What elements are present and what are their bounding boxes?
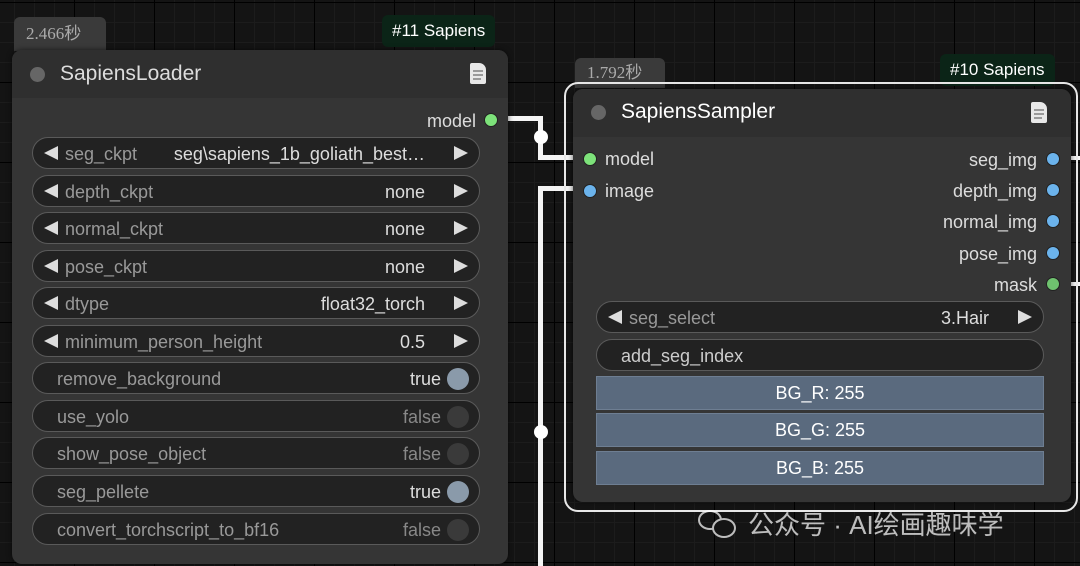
sapiens-sampler-node[interactable]: SapiensSampler model image seg_img depth… <box>573 89 1071 502</box>
node-title: SapiensLoader <box>60 62 202 85</box>
wechat-watermark: 公众号 · AI绘画趣味学 <box>698 505 1004 542</box>
widget-name: minimum_person_height <box>65 332 263 352</box>
widget-value: 0.5 <box>399 332 425 352</box>
widget-value: float32_torch <box>320 294 425 314</box>
decrement-arrow-icon[interactable] <box>44 296 58 310</box>
increment-arrow-icon[interactable] <box>454 146 468 160</box>
node-header[interactable]: SapiensSampler <box>573 89 1071 137</box>
toggle-knob[interactable] <box>447 406 469 428</box>
wire-image-v <box>538 186 543 566</box>
output-pose-img-label: pose_img <box>958 244 1037 264</box>
decrement-arrow-icon[interactable] <box>44 259 58 273</box>
output-depth-img-slot[interactable] <box>1046 183 1060 197</box>
widget-name: seg_ckpt <box>65 144 138 164</box>
widget-name: dtype <box>65 294 110 314</box>
toggle-value: true <box>409 369 441 389</box>
increment-arrow-icon[interactable] <box>454 184 468 198</box>
widget-seg-select[interactable]: seg_select 3.Hair <box>596 301 1044 333</box>
node-status-dot[interactable] <box>30 67 45 82</box>
widget-seg-ckpt[interactable]: seg_ckpt seg\sapiens_1b_goliath_best… <box>32 137 480 169</box>
output-mask-label: mask <box>993 275 1037 295</box>
widget-value: seg\sapiens_1b_goliath_best… <box>173 144 425 164</box>
add-seg-index-field[interactable]: add_seg_index <box>596 339 1044 371</box>
increment-arrow-icon[interactable] <box>454 334 468 348</box>
wechat-icon <box>698 508 738 540</box>
toggle-show-pose-object[interactable]: show_pose_object false <box>32 437 480 469</box>
decrement-arrow-icon[interactable] <box>44 334 58 348</box>
output-pose-img-slot[interactable] <box>1046 246 1060 260</box>
increment-arrow-icon[interactable] <box>1018 310 1032 324</box>
loader-node-badge: #11 Sapiens <box>382 15 496 47</box>
node-status-dot[interactable] <box>591 105 606 120</box>
toggle-name: use_yolo <box>57 407 130 427</box>
output-seg-img-slot[interactable] <box>1046 152 1060 166</box>
document-icon[interactable] <box>1031 102 1047 123</box>
widget-name: normal_ckpt <box>65 219 164 239</box>
toggle-use-yolo[interactable]: use_yolo false <box>32 400 480 432</box>
decrement-arrow-icon[interactable] <box>44 184 58 198</box>
widget-name: depth_ckpt <box>65 182 154 202</box>
toggle-value: true <box>409 482 441 502</box>
toggle-knob[interactable] <box>447 481 469 503</box>
input-model-label: model <box>605 149 655 169</box>
toggle-knob[interactable] <box>447 519 469 541</box>
node-header[interactable]: SapiensLoader <box>12 50 508 98</box>
output-depth-img-label: depth_img <box>952 181 1037 201</box>
widget-minimum-person-height[interactable]: minimum_person_height 0.5 <box>32 325 480 357</box>
output-model-slot[interactable] <box>484 113 498 127</box>
field-placeholder: add_seg_index <box>621 346 744 366</box>
decrement-arrow-icon[interactable] <box>608 310 622 324</box>
toggle-convert-torchscript-to-bf16[interactable]: convert_torchscript_to_bf16 false <box>32 513 480 545</box>
toggle-remove-background[interactable]: remove_background true <box>32 362 480 394</box>
output-model-label: model <box>426 111 476 131</box>
output-normal-img-slot[interactable] <box>1046 214 1060 228</box>
decrement-arrow-icon[interactable] <box>44 221 58 235</box>
widget-value: 3.Hair <box>940 308 989 328</box>
toggle-value: false <box>402 444 441 464</box>
bg-r-slider[interactable]: BG_R: 255 <box>596 376 1044 410</box>
document-icon[interactable] <box>470 63 486 84</box>
wire-reroute-dot-top[interactable] <box>534 130 548 144</box>
widget-dtype[interactable]: dtype float32_torch <box>32 287 480 319</box>
toggle-value: false <box>402 520 441 540</box>
toggle-value: false <box>402 407 441 427</box>
sapiens-loader-node[interactable]: SapiensLoader model seg_ckpt seg\sapiens… <box>12 50 508 564</box>
widget-name: pose_ckpt <box>65 257 148 277</box>
widget-value: none <box>384 182 425 202</box>
watermark-text: 公众号 · AI绘画趣味学 <box>748 510 1004 540</box>
decrement-arrow-icon[interactable] <box>44 146 58 160</box>
increment-arrow-icon[interactable] <box>454 259 468 273</box>
widget-normal-ckpt[interactable]: normal_ckpt none <box>32 212 480 244</box>
widget-pose-ckpt[interactable]: pose_ckpt none <box>32 250 480 282</box>
toggle-knob[interactable] <box>447 443 469 465</box>
toggle-name: show_pose_object <box>57 444 207 464</box>
wire-reroute-dot-mid[interactable] <box>534 425 548 439</box>
toggle-name: convert_torchscript_to_bf16 <box>57 520 280 540</box>
output-mask-slot[interactable] <box>1046 277 1060 291</box>
increment-arrow-icon[interactable] <box>454 296 468 310</box>
toggle-name: remove_background <box>57 369 222 389</box>
toggle-seg-pellete[interactable]: seg_pellete true <box>32 475 480 507</box>
loader-timing-tab: 2.466秒 <box>14 17 106 51</box>
increment-arrow-icon[interactable] <box>454 221 468 235</box>
widget-value: none <box>384 219 425 239</box>
output-normal-img-label: normal_img <box>942 212 1037 232</box>
input-model-slot[interactable] <box>583 152 597 166</box>
toggle-name: seg_pellete <box>57 482 150 502</box>
node-title: SapiensSampler <box>621 100 776 123</box>
input-image-slot[interactable] <box>583 184 597 198</box>
input-image-label: image <box>605 181 655 201</box>
bg-b-slider[interactable]: BG_B: 255 <box>596 451 1044 485</box>
widget-value: none <box>384 257 425 277</box>
output-seg-img-label: seg_img <box>968 150 1037 170</box>
widget-name: seg_select <box>629 308 716 328</box>
bg-g-slider[interactable]: BG_G: 255 <box>596 413 1044 447</box>
widget-depth-ckpt[interactable]: depth_ckpt none <box>32 175 480 207</box>
toggle-knob[interactable] <box>447 368 469 390</box>
